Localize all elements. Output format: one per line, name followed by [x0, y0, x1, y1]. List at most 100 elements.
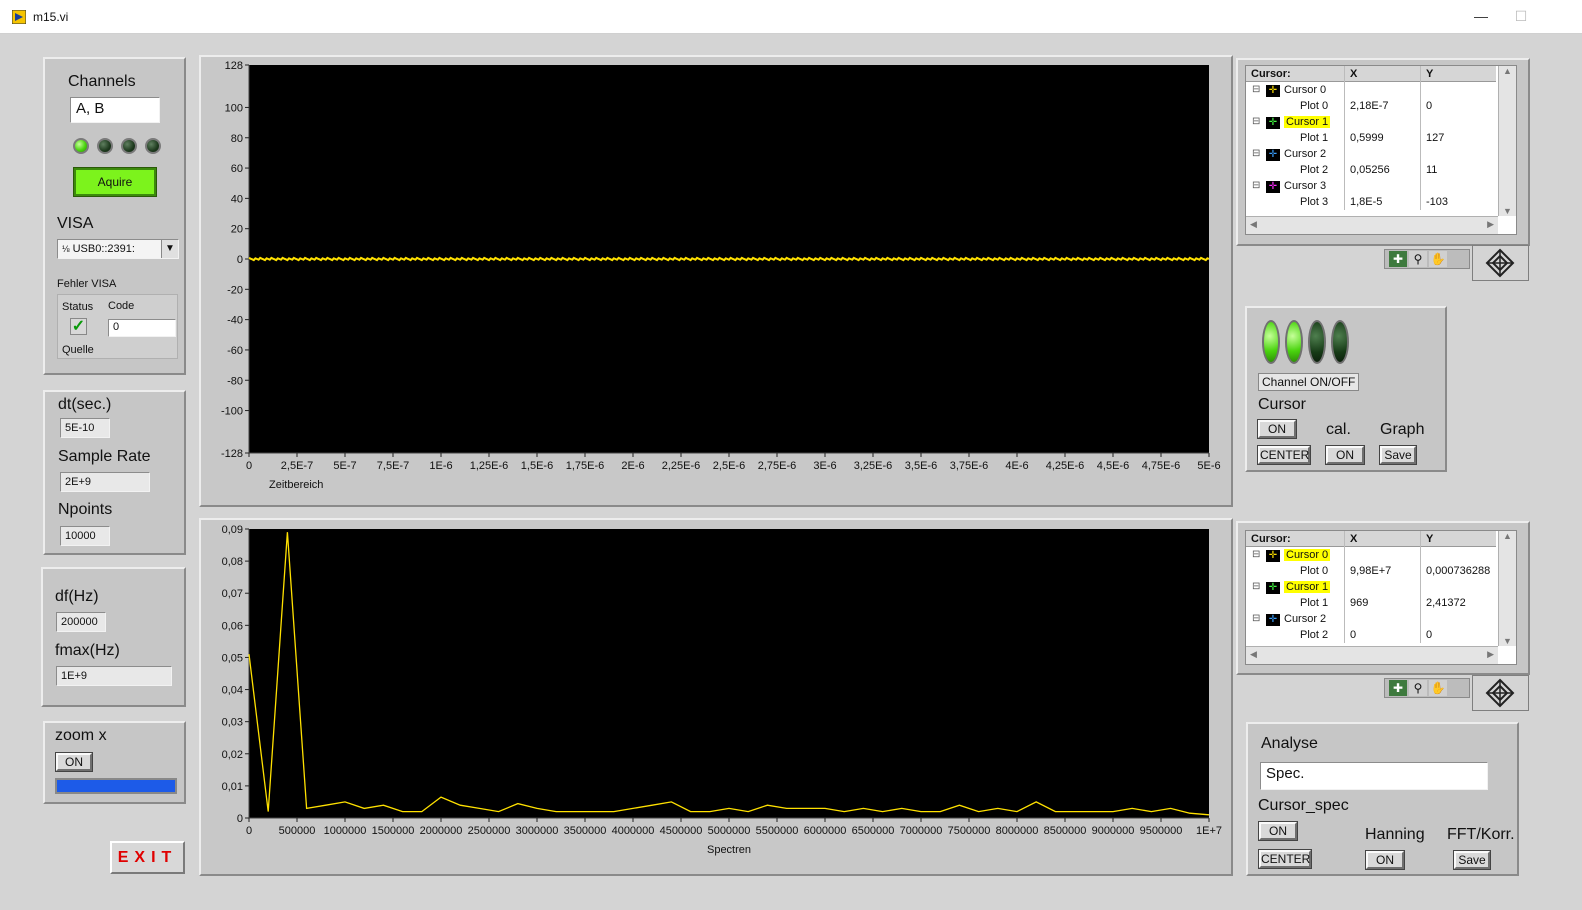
pan-hand-icon[interactable]: ✋ — [1429, 680, 1447, 696]
scroll-right-icon[interactable]: ▶ — [1487, 219, 1494, 230]
y-tick-label: 100 — [225, 102, 243, 114]
y-tick-label: -40 — [227, 315, 243, 327]
maximize-button[interactable]: ☐ — [1511, 8, 1531, 25]
df-field[interactable]: 200000 — [56, 612, 106, 632]
cursor-marker-icon: ✛ — [1266, 614, 1280, 626]
npoints-field[interactable]: 10000 — [60, 526, 110, 546]
hanning-label: Hanning — [1365, 826, 1425, 843]
channels-panel: Channels A, B Aquire VISA ⅛ USB0::2391: … — [43, 57, 186, 375]
plot-name: Plot 1 — [1300, 597, 1329, 609]
cursor-marker-icon: ✛ — [1266, 181, 1280, 193]
cal-on-button[interactable]: ON — [1326, 446, 1364, 464]
horizontal-scrollbar[interactable]: ◀ ▶ — [1246, 216, 1498, 234]
x-tick-label: 4,25E-6 — [1046, 460, 1085, 472]
x-tick-label: 3E-6 — [813, 460, 836, 472]
zoom-icon[interactable]: ⚲ — [1409, 251, 1427, 267]
cursor-y-value: 0 — [1426, 100, 1433, 112]
fmax-field[interactable]: 1E+9 — [56, 666, 172, 686]
cursor-spec-on-button[interactable]: ON — [1259, 822, 1297, 840]
pan-hand-icon[interactable]: ✋ — [1429, 251, 1447, 267]
x-tick-label: 4E-6 — [1005, 460, 1028, 472]
cursor-marker-icon: ✛ — [1266, 550, 1280, 562]
dt-field[interactable]: 5E-10 — [60, 418, 110, 438]
cursor-spec-center-button[interactable]: CENTER — [1259, 850, 1311, 868]
acquire-button[interactable]: Aquire — [74, 168, 156, 196]
chevron-down-icon[interactable]: ▼ — [161, 240, 178, 258]
y-tick-label: -128 — [221, 448, 243, 460]
x-tick-label: 7,5E-7 — [377, 460, 409, 472]
header-y: Y — [1426, 533, 1434, 545]
cursor-control-panel: Channel ON/OFF Cursor ON CENTER cal. ON … — [1245, 306, 1447, 472]
code-label: Code — [108, 300, 135, 312]
y-tick-label: 0,02 — [222, 749, 243, 761]
channel-4-led[interactable] — [1331, 320, 1349, 364]
y-tick-label: 0,03 — [222, 717, 243, 729]
x-tick-label: 2000000 — [420, 825, 463, 837]
sample-rate-field[interactable]: 2E+9 — [60, 472, 150, 492]
scroll-up-icon[interactable]: ▲ — [1499, 531, 1516, 541]
horizontal-scrollbar[interactable]: ◀ ▶ — [1246, 646, 1498, 664]
scroll-left-icon[interactable]: ◀ — [1250, 649, 1257, 660]
cursor-name: Cursor 0 — [1284, 84, 1327, 96]
cursor-label: Cursor — [1258, 396, 1307, 413]
cursor-center-button[interactable]: CENTER — [1258, 446, 1310, 464]
plot-name: Plot 0 — [1300, 565, 1329, 577]
y-tick-label: 40 — [231, 193, 243, 205]
scroll-down-icon[interactable]: ▼ — [1499, 636, 1516, 646]
cursor-x-value: 0,5999 — [1350, 132, 1384, 144]
graph-save-button[interactable]: Save — [1380, 446, 1416, 464]
channel-1-led[interactable] — [1262, 320, 1280, 364]
fft-save-button[interactable]: Save — [1454, 851, 1490, 869]
collapse-icon: ⊟ — [1252, 180, 1261, 191]
channel-d-led — [145, 138, 161, 154]
scroll-down-icon[interactable]: ▼ — [1499, 206, 1516, 216]
scroll-left-icon[interactable]: ◀ — [1250, 219, 1257, 230]
analyse-field[interactable]: Spec. — [1260, 762, 1488, 790]
graph-nav-button-2[interactable] — [1472, 675, 1529, 711]
status-label: Status — [62, 301, 94, 313]
channels-field[interactable]: A, B — [70, 97, 160, 123]
graph-palette-2: ✚ ⚲ ✋ — [1384, 678, 1470, 698]
cursor-move-icon[interactable]: ✚ — [1389, 680, 1407, 696]
analyse-label: Analyse — [1261, 735, 1318, 752]
cursor-y-value: 127 — [1426, 132, 1445, 144]
cursor-on-button[interactable]: ON — [1258, 420, 1296, 438]
cursor-spec-label: Cursor_spec — [1258, 797, 1349, 814]
channel-onoff-label: Channel ON/OFF — [1258, 373, 1360, 391]
graph-label: Graph — [1380, 421, 1425, 438]
zoom-icon[interactable]: ⚲ — [1409, 680, 1427, 696]
hanning-on-button[interactable]: ON — [1366, 851, 1404, 869]
x-tick-label: 1E-6 — [429, 460, 452, 472]
plot-name: Plot 2 — [1300, 164, 1329, 176]
scroll-up-icon[interactable]: ▲ — [1499, 66, 1516, 76]
minimize-button[interactable]: — — [1471, 8, 1491, 24]
scroll-right-icon[interactable]: ▶ — [1487, 649, 1494, 660]
collapse-icon: ⊟ — [1252, 116, 1261, 127]
channel-2-led[interactable] — [1285, 320, 1303, 364]
fehler-label: Fehler VISA — [57, 278, 117, 290]
cursor-name: Cursor 0 — [1284, 549, 1331, 561]
zoom-on-button[interactable]: ON — [56, 753, 92, 771]
x-tick-label: 8500000 — [1044, 825, 1087, 837]
fmax-label: fmax(Hz) — [55, 642, 120, 659]
x-tick-label: 2E-6 — [621, 460, 644, 472]
x-tick-label: 7000000 — [900, 825, 943, 837]
graph-nav-button-1[interactable] — [1472, 245, 1529, 281]
vertical-scrollbar[interactable]: ▲ ▼ — [1498, 66, 1516, 216]
vertical-scrollbar[interactable]: ▲ ▼ — [1498, 531, 1516, 646]
cursor-x-value: 9,98E+7 — [1350, 565, 1392, 577]
exit-button[interactable]: EXIT — [110, 841, 185, 874]
cursor-table-2[interactable]: Cursor: X Y ⊟ ✛ Cursor 0 Plot 0 9,98E+7 0,000736… — [1245, 530, 1517, 665]
spectrum-graph[interactable]: 0,09 0,08 0,07 0,06 0,05 0,04 0,03 0,02 0,01 00 50… — [199, 518, 1233, 876]
cursor-name: Cursor 1 — [1284, 581, 1331, 593]
title-bar: m15.vi — ☐ — [0, 0, 1582, 34]
time-graph[interactable]: 128100806040200-20-40-60-80-100-1280 2,5E… — [199, 55, 1233, 507]
x-tick-label: 8000000 — [996, 825, 1039, 837]
channel-3-led[interactable] — [1308, 320, 1326, 364]
zoom-slider[interactable] — [55, 778, 177, 794]
cursor-table-1[interactable]: Cursor: X Y ⊟ ✛ Cursor 0 Plot 0 2,18E-7 0 ⊟ ✛ Curso… — [1245, 65, 1517, 235]
code-field[interactable]: 0 — [108, 319, 176, 337]
plot-area — [249, 529, 1209, 818]
visa-label: VISA — [57, 215, 94, 232]
cursor-move-icon[interactable]: ✚ — [1389, 251, 1407, 267]
